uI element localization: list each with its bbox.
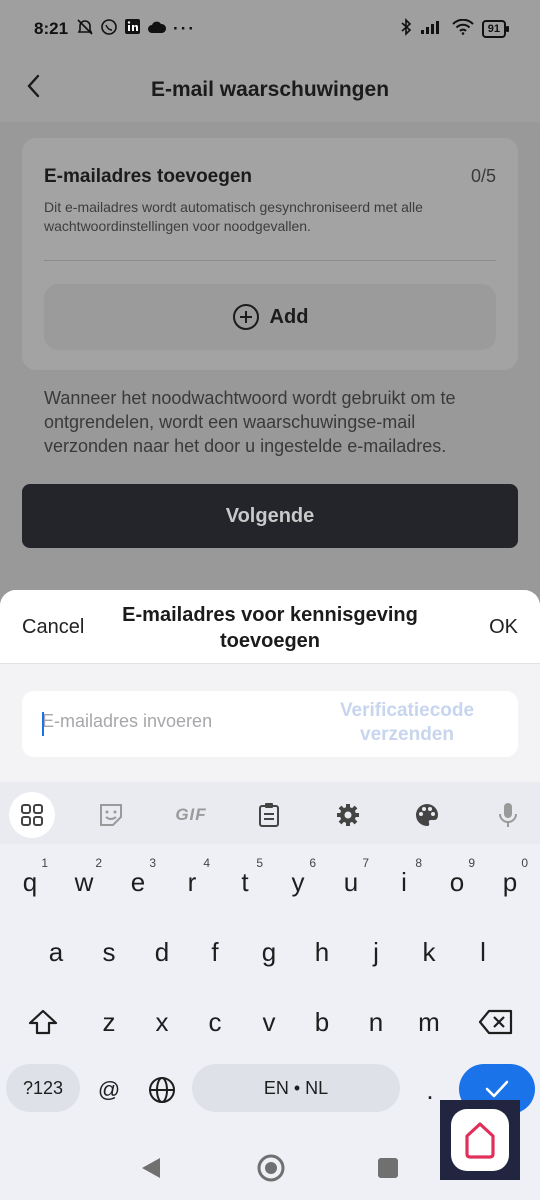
- checkmark-icon: [485, 1080, 509, 1098]
- battery-indicator: 91: [481, 20, 510, 38]
- symbols-key[interactable]: ?123: [6, 1064, 80, 1112]
- key-x[interactable]: x: [136, 996, 188, 1048]
- email-count: 0/5: [470, 166, 496, 186]
- key-s[interactable]: s: [83, 926, 135, 978]
- key-t[interactable]: t5: [219, 856, 271, 908]
- backspace-icon: [478, 1009, 513, 1035]
- email-input[interactable]: [42, 711, 302, 732]
- email-input-row: Verificatiecode verzenden: [22, 691, 518, 757]
- backspace-key[interactable]: [466, 996, 526, 1048]
- key-g[interactable]: g: [243, 926, 295, 978]
- house-icon: [465, 1122, 495, 1159]
- key-b[interactable]: b: [296, 996, 348, 1048]
- clipboard-button[interactable]: [246, 792, 292, 838]
- settings-button[interactable]: [325, 792, 371, 838]
- key-f[interactable]: f: [189, 926, 241, 978]
- cloud-icon: [147, 19, 167, 39]
- next-button[interactable]: Volgende: [22, 484, 518, 548]
- key-p[interactable]: p0: [484, 856, 536, 908]
- plus-circle-icon: [232, 304, 259, 330]
- shift-icon: [28, 1009, 58, 1035]
- key-j[interactable]: j: [350, 926, 402, 978]
- cancel-button[interactable]: Cancel: [22, 616, 84, 639]
- clipboard-icon: [259, 803, 279, 827]
- key-h[interactable]: h: [296, 926, 348, 978]
- key-w[interactable]: w2: [58, 856, 110, 908]
- voice-input-button[interactable]: [485, 792, 531, 838]
- sheet-title: E-mailadres voor kennisgeving toevoegen: [122, 604, 418, 652]
- key-e[interactable]: e3: [112, 856, 164, 908]
- gear-icon: [337, 804, 359, 826]
- card-title: E-mailadres toevoegen: [44, 166, 253, 187]
- back-button[interactable]: [16, 68, 52, 104]
- add-email-sheet: Cancel E-mailadres voor kennisgeving toe…: [0, 590, 540, 790]
- gif-button[interactable]: GIF: [167, 792, 215, 838]
- at-key[interactable]: @: [86, 1064, 132, 1116]
- palette-icon: [416, 804, 438, 826]
- key-n[interactable]: n: [350, 996, 402, 1048]
- nav-recents-icon[interactable]: [378, 1158, 398, 1178]
- sheet-header: Cancel E-mailadres voor kennisgeving toe…: [0, 590, 540, 664]
- key-q[interactable]: q1: [4, 856, 56, 908]
- theme-button[interactable]: [404, 792, 450, 838]
- key-d[interactable]: d: [136, 926, 188, 978]
- page-title: E-mail waarschuwingen: [150, 78, 390, 101]
- wifi-icon: [452, 18, 474, 40]
- divider: [44, 260, 496, 261]
- shift-key[interactable]: [14, 996, 72, 1048]
- status-bar: 8:21 ··· 91: [0, 0, 540, 58]
- gif-label: GIF: [175, 805, 207, 824]
- mute-icon: [76, 18, 94, 41]
- text-cursor: [42, 712, 44, 736]
- key-v[interactable]: v: [243, 996, 295, 1048]
- more-notifications-icon: ···: [173, 19, 197, 38]
- key-c[interactable]: c: [189, 996, 241, 1048]
- add-label: Add: [269, 305, 309, 328]
- key-i[interactable]: i8: [378, 856, 430, 908]
- key-o[interactable]: o9: [431, 856, 483, 908]
- soft-keyboard: GIF q1 w2 e3 r4 t5 y6 u7 i8 o9 p0 a s d …: [0, 782, 540, 1134]
- key-l[interactable]: l: [457, 926, 509, 978]
- microphone-icon: [499, 803, 517, 827]
- app-logo: [451, 1109, 509, 1171]
- keyboard-toolbar: GIF: [0, 782, 540, 844]
- sticker-icon: [100, 804, 122, 826]
- card-description: Dit e-mailadres wordt automatisch gesync…: [44, 199, 423, 234]
- sticker-button[interactable]: [88, 792, 134, 838]
- space-key[interactable]: EN • NL: [192, 1064, 400, 1112]
- status-time: 8:21: [34, 19, 69, 38]
- key-y[interactable]: y6: [272, 856, 324, 908]
- apps-grid-button[interactable]: [9, 792, 55, 838]
- nav-home-icon[interactable]: [257, 1154, 285, 1182]
- key-r[interactable]: r4: [166, 856, 218, 908]
- chevron-left-icon: [27, 74, 40, 98]
- app-logo-badge: [440, 1100, 520, 1180]
- info-text: Wanneer het noodwachtwoord wordt gebruik…: [44, 388, 456, 456]
- send-verification-code-button[interactable]: Verificatiecode verzenden: [307, 699, 507, 747]
- language-key[interactable]: [138, 1064, 186, 1116]
- grid-icon: [21, 804, 43, 826]
- app-header: E-mail waarschuwingen: [0, 58, 540, 122]
- key-k[interactable]: k: [403, 926, 455, 978]
- key-a[interactable]: a: [30, 926, 82, 978]
- key-z[interactable]: z: [83, 996, 135, 1048]
- key-m[interactable]: m: [403, 996, 455, 1048]
- bluetooth-icon: [400, 17, 412, 41]
- globe-icon: [149, 1077, 175, 1103]
- ok-button[interactable]: OK: [489, 616, 518, 639]
- linkedin-icon: [124, 18, 141, 40]
- signal-icon: [420, 19, 444, 40]
- nav-back-icon[interactable]: [140, 1156, 162, 1180]
- email-card: E-mailadres toevoegen 0/5 Dit e-mailadre…: [22, 138, 518, 370]
- whatsapp-icon: [100, 18, 118, 41]
- key-u[interactable]: u7: [325, 856, 377, 908]
- add-email-button[interactable]: Add: [44, 284, 496, 350]
